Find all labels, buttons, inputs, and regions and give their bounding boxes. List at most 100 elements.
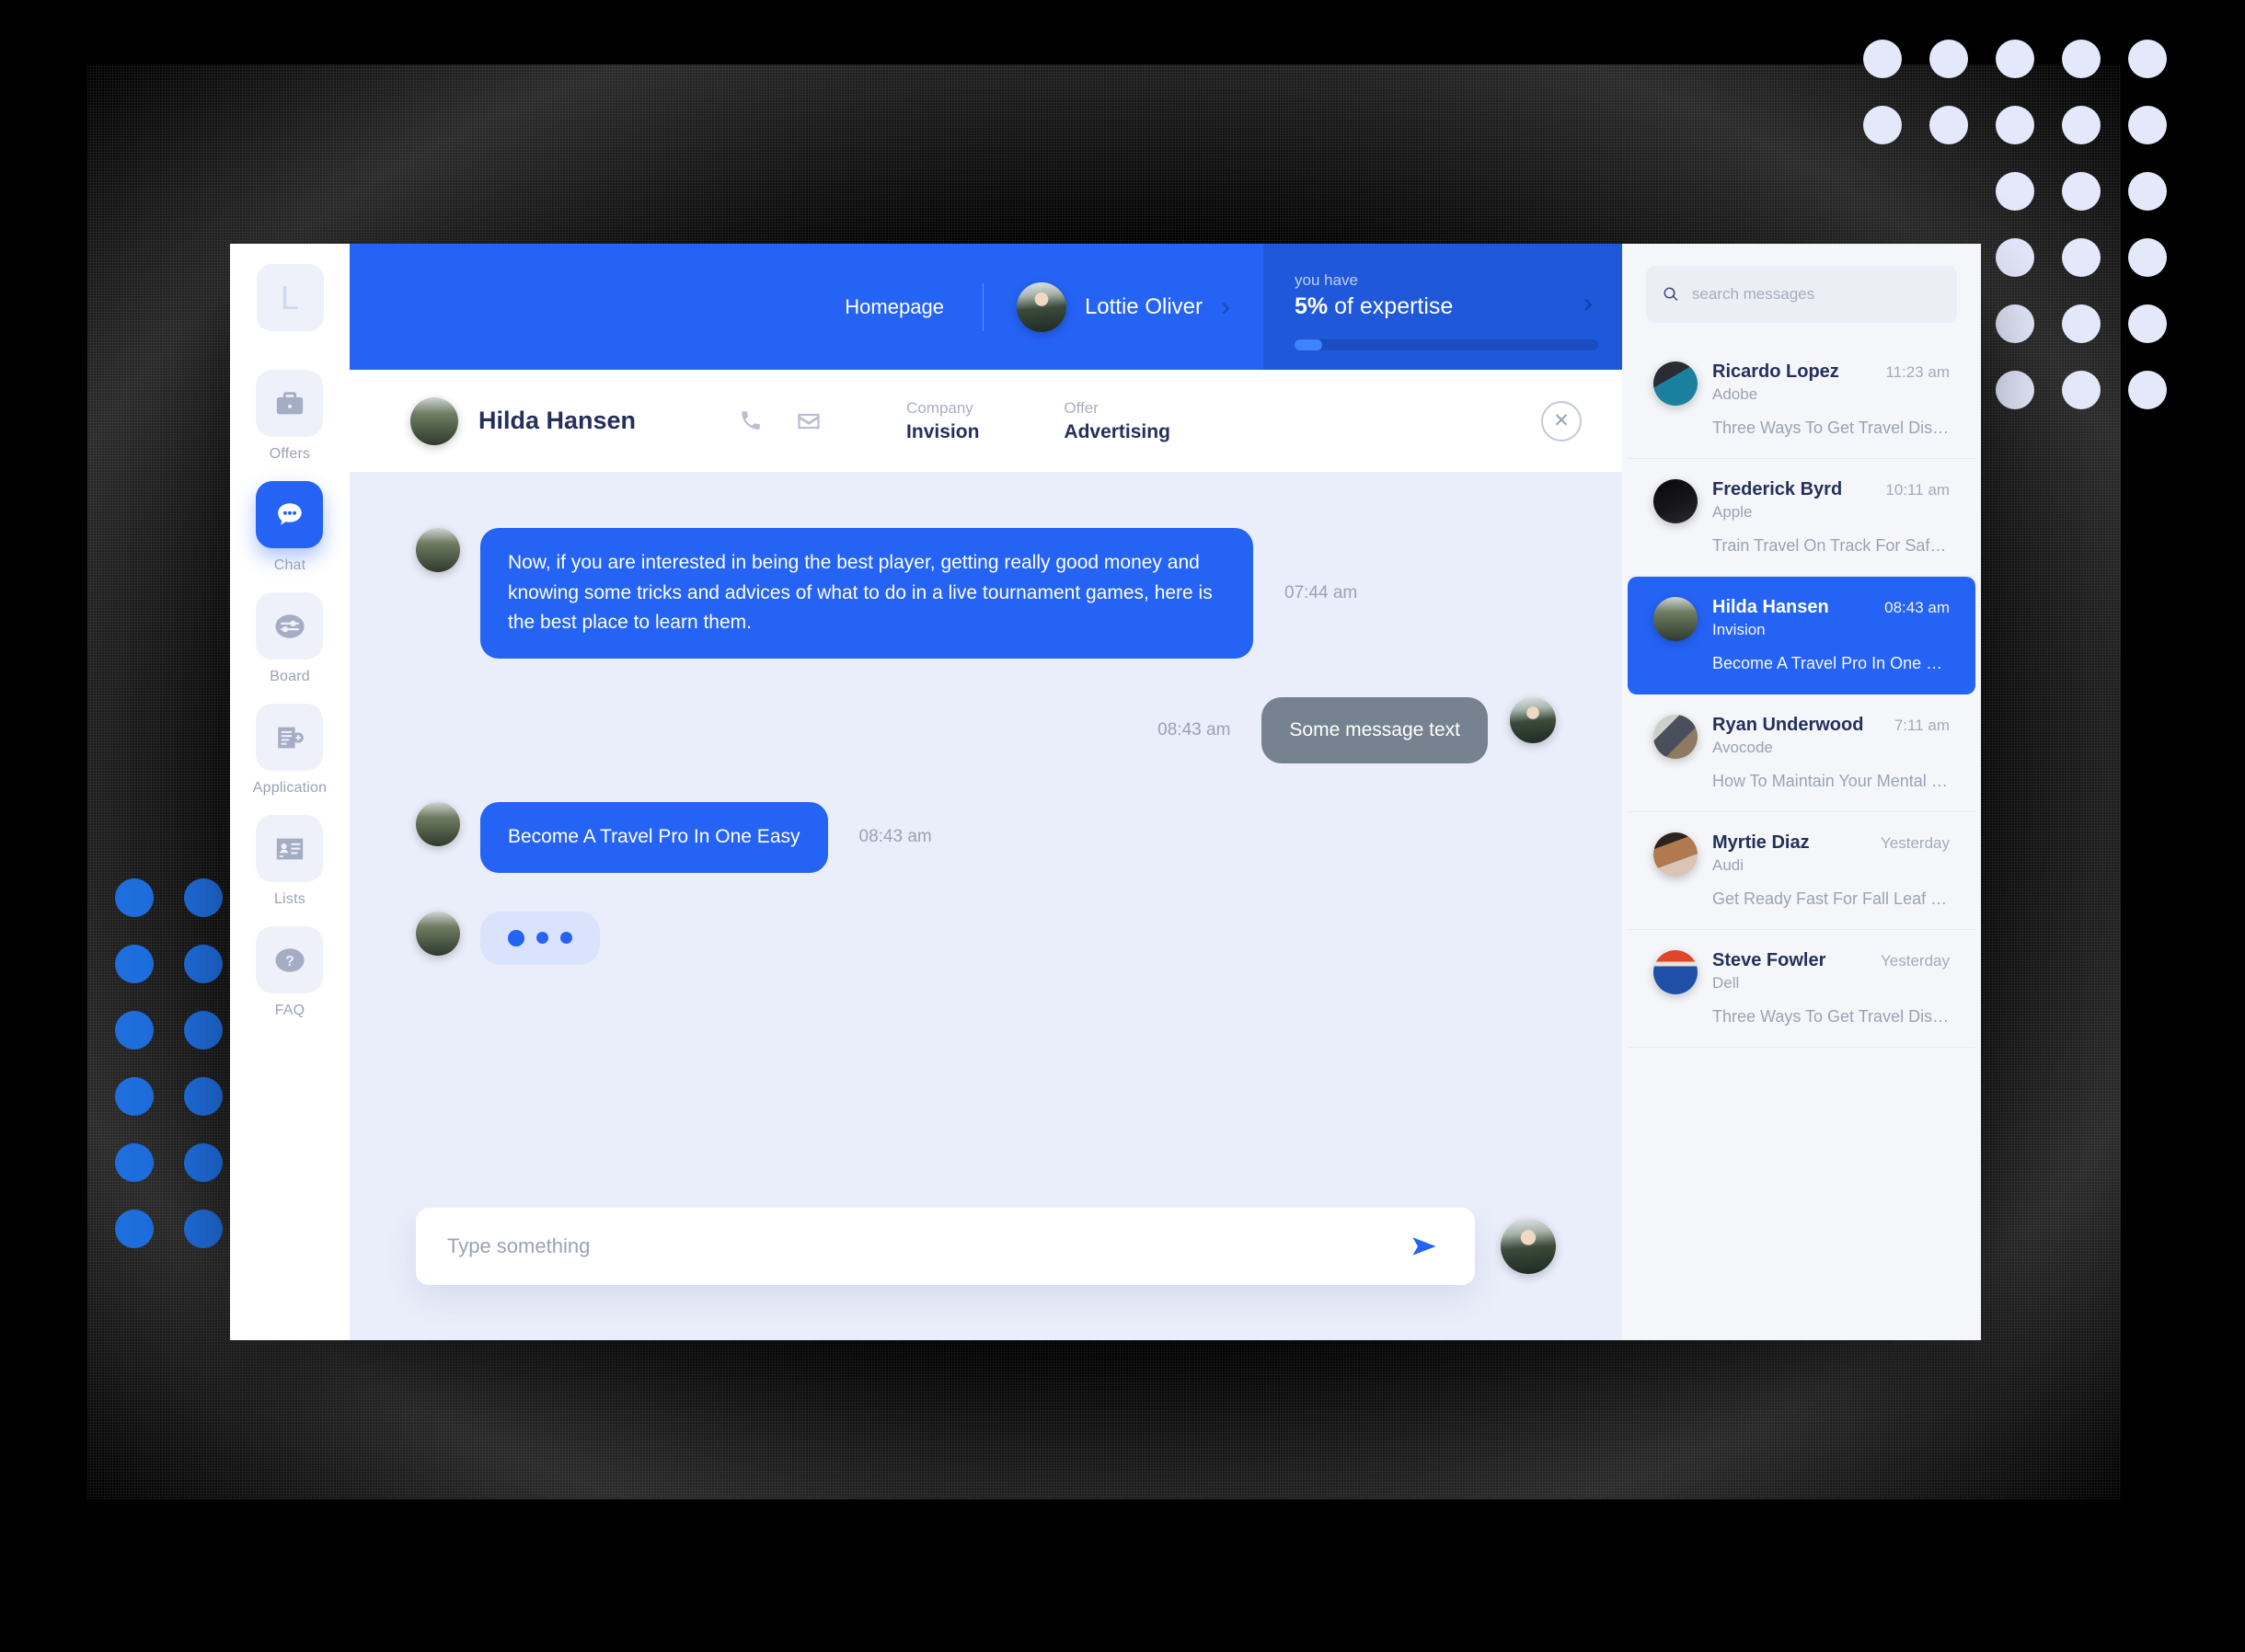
sidebar-item-application[interactable]: Application <box>253 704 327 797</box>
sidebar-item-tile[interactable]: ? <box>256 926 324 993</box>
decorative-dot <box>2062 304 2101 343</box>
close-glyph: ✕ <box>1553 410 1570 431</box>
app-window: L Offers Chat Board Application Lists? FAQ Ho… <box>230 244 1981 1340</box>
conversation-body: Myrtie Diaz Yesterday Audi Get Ready Fast F… <box>1712 832 1950 909</box>
message-bubble: Now, if you are interested in being the … <box>480 528 1253 659</box>
sidebar-item-lists[interactable]: Lists <box>253 815 327 908</box>
conversation-name: Myrtie Diaz <box>1712 832 1810 853</box>
sidebar-item-label: FAQ <box>274 1003 305 1018</box>
message-timestamp: 08:43 am <box>1157 719 1231 740</box>
decorative-dot <box>2128 238 2167 277</box>
homepage-link[interactable]: Homepage <box>845 295 944 319</box>
top-bar: Homepage Lottie Oliver › you have 5% of … <box>350 244 1622 370</box>
decorative-dot <box>2128 106 2167 144</box>
left-nav-rail: L Offers Chat Board Application Lists? FAQ <box>230 244 350 1340</box>
envelope-icon[interactable] <box>796 408 822 434</box>
avatar <box>1016 281 1066 332</box>
decorative-dot <box>1996 238 2034 277</box>
search-input[interactable] <box>1691 285 1940 304</box>
decorative-dot <box>2128 172 2167 211</box>
message-timestamp: 08:43 am <box>858 827 932 847</box>
expertise-progress-track <box>1295 339 1598 350</box>
conversation-company: Adobe <box>1712 385 1758 403</box>
decorative-dot <box>2128 304 2167 343</box>
conversation-name: Ricardo Lopez <box>1712 361 1839 382</box>
search-area <box>1622 244 1981 341</box>
question-mark-icon: ? <box>275 947 305 972</box>
app-logo[interactable]: L <box>256 264 324 331</box>
conversation-time: 10:11 am <box>1885 481 1950 499</box>
avatar <box>416 911 460 956</box>
decorative-dot <box>1996 40 2034 78</box>
conversation-company: Dell <box>1712 974 1740 992</box>
decorative-dot <box>1929 106 1968 144</box>
sidebar-item-tile[interactable] <box>256 815 324 882</box>
sidebar-item-label: Chat <box>273 557 306 573</box>
typing-indicator <box>480 911 600 965</box>
conversation-list-item[interactable]: Steve Fowler Yesterday Dell Three Ways To G… <box>1628 930 1975 1048</box>
conversation-name: Ryan Underwood <box>1712 715 1864 735</box>
conversation-list-item[interactable]: Ryan Underwood 7:11 am Avocode How To Maint… <box>1628 694 1975 812</box>
close-icon[interactable]: ✕ <box>1541 400 1582 442</box>
decorative-dot <box>184 1077 223 1116</box>
offer-value: Advertising <box>1064 420 1170 442</box>
phone-icon[interactable] <box>739 408 763 432</box>
company-meta: Company Invision <box>906 399 979 443</box>
sidebar-item-chat[interactable]: Chat <box>253 481 327 574</box>
message-timestamp: 07:44 am <box>1284 582 1358 602</box>
typing-dot <box>560 932 572 945</box>
search-icon <box>1664 287 1678 302</box>
decorative-dot <box>2062 238 2101 277</box>
message-input[interactable] <box>447 1234 1405 1258</box>
message-row: 08:43 am Some message text <box>416 696 1556 764</box>
company-value: Invision <box>906 420 980 442</box>
sidebar-item-board[interactable]: Board <box>253 592 327 685</box>
conversation-time: Yesterday <box>1881 834 1950 852</box>
chevron-right-icon[interactable]: › <box>1583 288 1593 319</box>
screenshot-stage: L Offers Chat Board Application Lists? FAQ Ho… <box>0 0 2245 1652</box>
avatar <box>1653 597 1698 641</box>
conversation-preview: Get Ready Fast For Fall Leaf Viewi… <box>1712 889 1950 908</box>
sidebar-item-tile[interactable] <box>256 592 324 660</box>
send-arrow-icon[interactable] <box>1405 1227 1444 1266</box>
sidebar-item-tile[interactable] <box>256 704 324 771</box>
conversation-company: Avocode <box>1712 739 1773 756</box>
expertise-panel[interactable]: you have 5% of expertise › <box>1263 244 1622 370</box>
conversation-top-row: Ryan Underwood 7:11 am <box>1712 715 1950 736</box>
message-bubble: Some message text <box>1261 696 1488 764</box>
decorative-dot <box>2062 106 2101 144</box>
sidebar-item-faq[interactable]: ? FAQ <box>253 926 327 1019</box>
decorative-dot <box>115 1077 154 1116</box>
sidebar-item-tile[interactable] <box>256 481 324 548</box>
chevron-right-icon[interactable]: › <box>1221 293 1230 321</box>
conversation-top-row: Hilda Hansen 08:43 am <box>1712 597 1950 618</box>
decorative-dot <box>115 1143 154 1182</box>
avatar <box>1510 696 1556 743</box>
user-profile-chip[interactable]: Lottie Oliver › <box>984 281 1263 332</box>
avatar[interactable] <box>1501 1219 1556 1274</box>
center-column: Homepage Lottie Oliver › you have 5% of … <box>350 244 1622 1340</box>
conversation-list-item[interactable]: Frederick Byrd 10:11 am Apple Train Travel … <box>1628 459 1975 577</box>
conversation-list-item[interactable]: Ricardo Lopez 11:23 am Adobe Three Ways To … <box>1628 341 1975 459</box>
conversation-list-item[interactable]: Myrtie Diaz Yesterday Audi Get Ready Fast F… <box>1628 812 1975 930</box>
message-row: Become A Travel Pro In One Easy 08:43 am <box>416 802 1556 873</box>
conversation-top-row: Frederick Byrd 10:11 am <box>1712 479 1950 500</box>
company-label: Company <box>906 398 973 417</box>
rail-item-list: Offers Chat Board Application Lists? FAQ <box>253 370 327 1038</box>
sidebar-item-tile[interactable] <box>256 370 324 437</box>
decorative-dot <box>2128 371 2167 409</box>
decorative-dot <box>115 1011 154 1050</box>
sidebar-item-offers[interactable]: Offers <box>253 370 327 463</box>
composer-input-wrap <box>416 1208 1475 1285</box>
conversation-company: Invision <box>1712 621 1766 638</box>
conversation-top-row: Steve Fowler Yesterday <box>1712 950 1950 971</box>
decorative-dot <box>184 1011 223 1050</box>
decorative-dot <box>115 1210 154 1248</box>
conversation-list-item[interactable]: Hilda Hansen 08:43 am Invision Become A Tra… <box>1628 577 1975 694</box>
conversation-time: 11:23 am <box>1885 363 1950 381</box>
contact-header: Hilda Hansen Company Invision Offer Adve… <box>350 370 1622 473</box>
conversation-preview: Three Ways To Get Travel Disco… <box>1712 1007 1950 1026</box>
decorative-dot <box>184 1210 223 1248</box>
briefcase-icon <box>276 391 304 414</box>
decorative-dot <box>1929 40 1968 78</box>
